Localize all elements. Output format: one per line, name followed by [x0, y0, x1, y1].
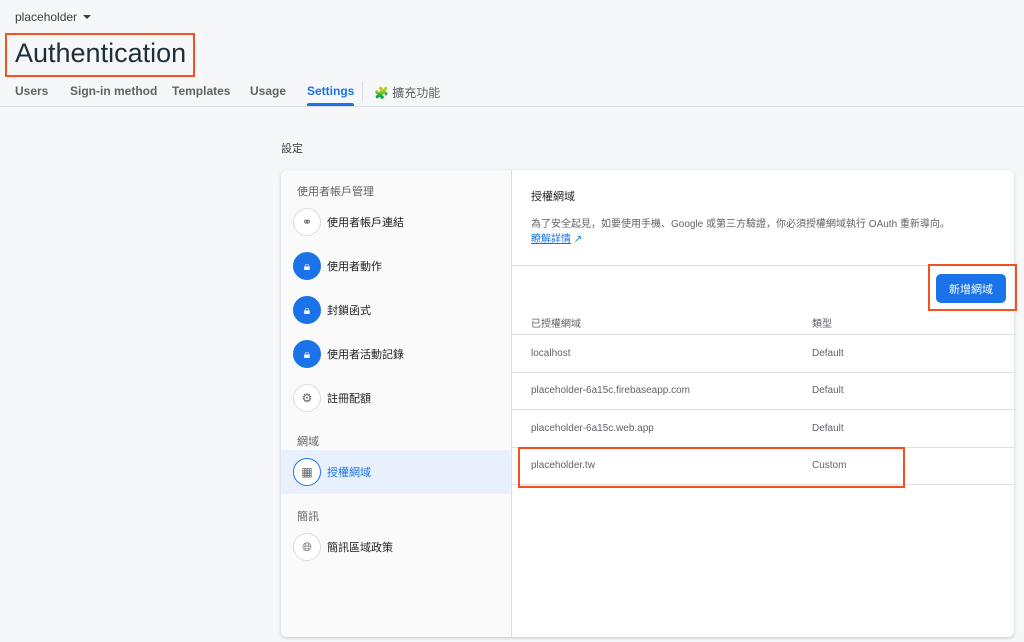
- tab-divider: [362, 81, 363, 101]
- add-domain-button[interactable]: 新增網域: [936, 274, 1006, 303]
- nav-item-label: 使用者動作: [327, 261, 382, 273]
- lock-icon: 🔒︎: [293, 296, 321, 324]
- domain-cell: placeholder-6a15c.web.app: [531, 422, 654, 434]
- nav-item-blocking-functions[interactable]: 🔒︎ 封鎖函式: [281, 288, 511, 332]
- nav-item-user-actions[interactable]: 🔒︎ 使用者動作: [281, 244, 511, 288]
- link-icon: ⚭: [293, 208, 321, 236]
- nav-group-label: 使用者帳戶管理: [297, 186, 374, 198]
- domain-cell: placeholder-6a15c.firebaseapp.com: [531, 385, 690, 397]
- domain-cell: placeholder.tw: [531, 460, 595, 472]
- nav-item-label: 使用者帳戶連結: [327, 217, 404, 229]
- nav-item-label: 簡訊區域政策: [327, 542, 393, 554]
- tab-usage[interactable]: Usage: [250, 84, 286, 98]
- domain-cell: localhost: [531, 347, 571, 359]
- column-header-type: 類型: [812, 318, 832, 330]
- nav-item-label: 授權網域: [327, 467, 371, 479]
- domains-table: 已授權網域 類型 localhost Default placeholder-6a1…: [512, 310, 1014, 485]
- project-selector[interactable]: placeholder: [15, 10, 92, 24]
- nav-group-label: 簡訊: [297, 511, 319, 523]
- nav-item-authorized-domains[interactable]: ▦ 授權網域: [281, 450, 511, 494]
- user-settings-icon: ⚙: [293, 384, 321, 412]
- nav-item-sign-up-quota[interactable]: ⚙ 註冊配額: [281, 376, 511, 420]
- lock-icon: 🔒︎: [293, 252, 321, 280]
- type-cell: Default: [812, 385, 844, 397]
- puzzle-icon: 🧩: [374, 86, 389, 100]
- nav-item-sms-region-policy[interactable]: 🌐︎ 簡訊區域政策: [281, 525, 511, 569]
- authorized-domains-panel: 授權網域 為了安全起見，如要使用手機、Google 或第三方驗證，你必須授權網域…: [512, 170, 1014, 637]
- lock-icon: 🔒︎: [293, 340, 321, 368]
- tab-bar: Users Sign-in method Templates Usage Set…: [0, 80, 1024, 107]
- settings-nav: 使用者帳戶管理 ⚭ 使用者帳戶連結 🔒︎ 使用者動作 🔒︎ 封鎖函式 🔒︎ 使用者活動記…: [281, 170, 512, 637]
- domain-icon: ▦: [293, 458, 321, 486]
- tab-settings[interactable]: Settings: [307, 84, 355, 106]
- section-label: 設定: [281, 143, 303, 155]
- tab-users[interactable]: Users: [15, 84, 48, 98]
- type-cell: Custom: [812, 460, 847, 472]
- type-cell: Default: [812, 422, 844, 434]
- settings-card: 使用者帳戶管理 ⚭ 使用者帳戶連結 🔒︎ 使用者動作 🔒︎ 封鎖函式 🔒︎ 使用者活動記…: [281, 170, 1014, 637]
- nav-item-label: 使用者活動記錄: [327, 349, 404, 361]
- table-row[interactable]: placeholder-6a15c.web.app Default: [512, 410, 1014, 448]
- table-row[interactable]: placeholder-6a15c.firebaseapp.com Default: [512, 373, 1014, 410]
- globe-icon: 🌐︎: [293, 533, 321, 561]
- chevron-down-icon: [83, 15, 92, 19]
- table-header: 已授權網域 類型: [512, 310, 1014, 335]
- learn-more-link[interactable]: 瞭解詳情: [531, 234, 571, 245]
- column-header-domain: 已授權網域: [531, 318, 581, 330]
- nav-group-label: 網域: [297, 436, 319, 448]
- panel-heading: 授權網域: [531, 191, 575, 203]
- nav-item-label: 註冊配額: [327, 393, 371, 405]
- panel-description: 為了安全起見，如要使用手機、Google 或第三方驗證，你必須授權網域執行 OA…: [531, 219, 950, 230]
- tab-sign-in-method[interactable]: Sign-in method: [70, 84, 157, 98]
- nav-item-activity-log[interactable]: 🔒︎ 使用者活動記錄: [281, 332, 511, 376]
- table-row[interactable]: localhost Default: [512, 335, 1014, 373]
- page-title: Authentication: [15, 38, 187, 68]
- tab-templates[interactable]: Templates: [172, 84, 230, 98]
- type-cell: Default: [812, 347, 844, 359]
- tab-extensions[interactable]: 🧩 擴充功能: [374, 84, 440, 101]
- project-name: placeholder: [15, 10, 78, 24]
- nav-item-label: 封鎖函式: [327, 305, 371, 317]
- table-row[interactable]: placeholder.tw Custom: [512, 448, 1014, 485]
- tab-extensions-label: 擴充功能: [392, 86, 441, 100]
- nav-item-account-linking[interactable]: ⚭ 使用者帳戶連結: [281, 200, 511, 244]
- external-link-icon: ↗: [573, 234, 583, 245]
